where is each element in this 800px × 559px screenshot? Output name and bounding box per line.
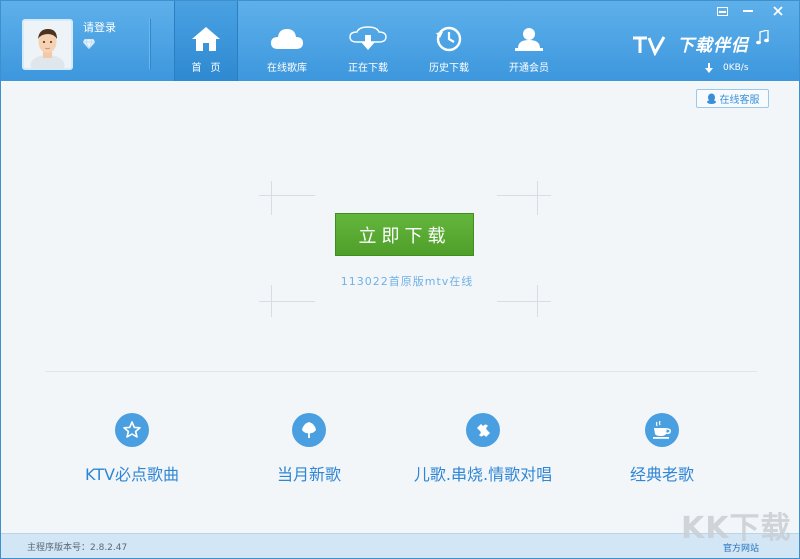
arrow-down-icon	[705, 63, 713, 73]
status-bar: 主程序版本号：2.8.2.47 官方网站	[1, 533, 799, 558]
watermark: KK下载	[681, 511, 792, 546]
cloud-download-icon	[348, 19, 388, 59]
cloud-icon	[267, 19, 307, 59]
minimize-button[interactable]	[737, 3, 759, 19]
teacup-icon	[645, 413, 679, 447]
brand-logo: 下载伴侣	[677, 36, 749, 56]
history-icon	[429, 19, 469, 59]
tab-home[interactable]: 首页	[174, 1, 238, 81]
tab-label: 正在下载	[348, 63, 388, 74]
qq-icon	[706, 93, 716, 104]
header-separator	[149, 19, 150, 69]
version-text: 主程序版本号：2.8.2.47	[27, 543, 128, 553]
tab-history[interactable]: 历史下载	[419, 1, 479, 81]
song-count-subtitle: 113022首原版mtv在线	[340, 275, 474, 288]
menu-icon	[716, 6, 728, 16]
tab-label: 历史下载	[429, 63, 469, 74]
login-link[interactable]: 请登录	[83, 19, 116, 35]
menu-button[interactable]	[711, 3, 733, 19]
online-service-button[interactable]: 在线客服	[696, 89, 769, 108]
tab-label: 在线歌库	[267, 63, 307, 74]
category-label: KTV必点歌曲	[85, 465, 179, 484]
header-bar: 请登录 首页 在线歌库 正在下载 历史下载 开通会员 下载伴侣 0KB/s	[1, 1, 799, 81]
puzzle-icon	[466, 413, 500, 447]
online-service-label: 在线客服	[719, 95, 760, 106]
avatar[interactable]	[22, 19, 73, 70]
diamond-icon	[83, 39, 95, 49]
home-icon	[186, 19, 226, 59]
category-label: 经典老歌	[629, 465, 694, 484]
tab-label: 首页	[191, 63, 230, 74]
category-monthly-new[interactable]: 当月新歌	[219, 413, 399, 485]
tab-downloading[interactable]: 正在下载	[338, 1, 398, 81]
star-icon	[115, 413, 149, 447]
category-kids-medley-duets[interactable]: 儿歌.串烧.情歌对唱	[393, 413, 573, 485]
minimize-icon	[743, 10, 753, 12]
category-label: 儿歌.串烧.情歌对唱	[413, 465, 553, 484]
category-label: 当月新歌	[276, 465, 341, 484]
download-now-button[interactable]: 立即下载	[335, 213, 474, 256]
tab-membership[interactable]: 开通会员	[499, 1, 559, 81]
close-button[interactable]	[767, 3, 789, 19]
music-note-icon	[756, 30, 769, 45]
speed-value: 0KB/s	[723, 63, 749, 73]
tab-online-library[interactable]: 在线歌库	[257, 1, 317, 81]
divider	[45, 371, 757, 372]
category-classic-oldies[interactable]: 经典老歌	[572, 413, 752, 485]
app-window: 请登录 首页 在线歌库 正在下载 历史下载 开通会员 下载伴侣 0KB/s 在线…	[0, 0, 800, 559]
category-ktv-hits[interactable]: KTV必点歌曲	[42, 413, 222, 485]
tab-label: 开通会员	[509, 63, 549, 74]
close-icon	[773, 6, 783, 16]
leaf-icon	[292, 413, 326, 447]
download-speed: 0KB/s	[705, 63, 749, 73]
tv-logo-icon	[633, 36, 666, 56]
member-icon	[509, 19, 549, 59]
